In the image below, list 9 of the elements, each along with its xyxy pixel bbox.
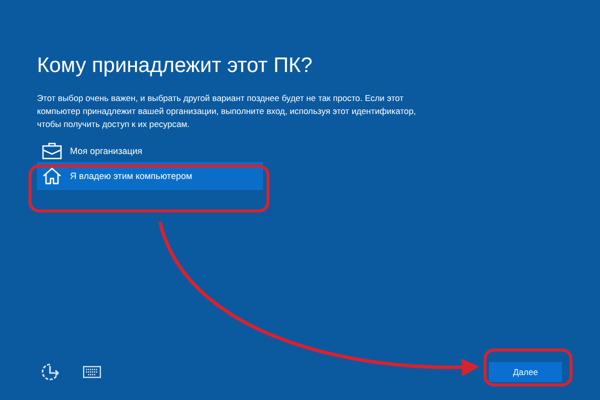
- house-icon: [42, 167, 62, 185]
- briefcase-icon: [42, 142, 62, 160]
- option-label: Я владею этим компьютером: [70, 171, 192, 181]
- next-button[interactable]: Далее: [489, 362, 562, 382]
- option-label: Моя организация: [70, 146, 142, 156]
- page-title: Кому принадлежит этот ПК?: [37, 54, 312, 78]
- keyboard-icon[interactable]: [83, 366, 101, 378]
- description-text: Этот выбор очень важен, и выбрать другой вариант позднее будет не так просто. Если этот компьютер принадлежит вашей организации, выполните вход, используя этот идентификатор, чтобы получить доступ к их ресурсам.: [37, 92, 417, 131]
- option-item[interactable]: Моя организация: [37, 142, 263, 160]
